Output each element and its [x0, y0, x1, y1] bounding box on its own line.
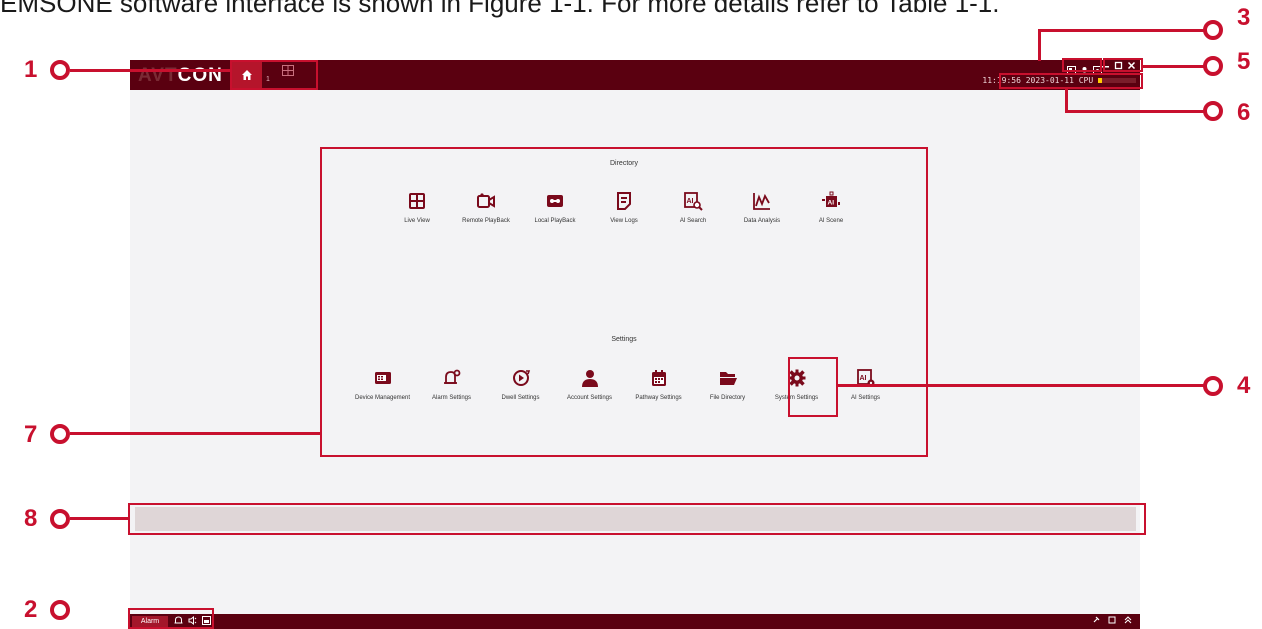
callout-number-6: 6 — [1237, 99, 1251, 126]
callout-circle — [1203, 56, 1223, 76]
callout-box-tabs — [230, 60, 318, 90]
bottom-bar: Alarm — [130, 614, 1140, 629]
figure-caption: EMSONE software interface is shown in Fi… — [0, 0, 1000, 18]
callout-circle — [50, 600, 70, 620]
callout-number-8: 8 — [24, 505, 38, 532]
callout-circle — [50, 60, 70, 80]
callout-number-3: 3 — [1237, 4, 1251, 31]
callout-line — [70, 432, 322, 435]
restore-icon[interactable] — [1108, 616, 1116, 624]
callout-box-system-settings — [788, 357, 838, 417]
callout-circle — [1203, 20, 1223, 40]
callout-circle — [1203, 101, 1223, 121]
callout-circle — [1203, 376, 1223, 396]
callout-line — [1065, 87, 1068, 111]
callout-number-1: 1 — [24, 56, 38, 83]
callout-box-alarm — [128, 608, 214, 629]
pin-icon[interactable] — [1092, 616, 1100, 624]
callout-line — [1038, 29, 1204, 32]
callout-box-status — [999, 73, 1143, 89]
bottom-right-icons — [1092, 616, 1132, 624]
callout-line — [838, 384, 1204, 387]
callout-line — [1142, 65, 1204, 68]
callout-box-system-icons — [1062, 58, 1102, 72]
callout-number-5: 5 — [1237, 48, 1251, 75]
callout-number-7: 7 — [24, 421, 38, 448]
callout-box-window-controls — [1103, 58, 1143, 72]
collapse-up-icon[interactable] — [1124, 616, 1132, 624]
callout-circle — [50, 424, 70, 444]
callout-number-4: 4 — [1237, 372, 1251, 399]
callout-number-2: 2 — [24, 596, 38, 623]
callout-line — [70, 517, 130, 520]
callout-line — [1065, 110, 1204, 113]
callout-box-message-bar — [128, 503, 1146, 535]
callout-line — [1038, 29, 1041, 61]
callout-circle — [50, 509, 70, 529]
callout-line — [70, 69, 232, 72]
